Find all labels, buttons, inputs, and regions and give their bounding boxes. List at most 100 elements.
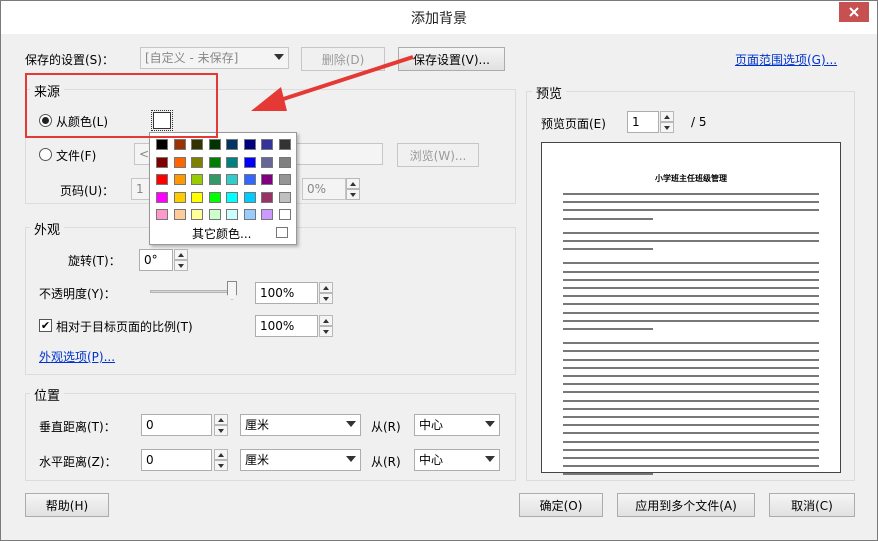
vertical-distance-stepper[interactable] bbox=[214, 414, 228, 436]
add-background-dialog: 添加背景 保存的设置(S)： [自定义 - 未保存] 删除(D) 保存设置(V)… bbox=[0, 0, 878, 541]
color-swatch[interactable] bbox=[243, 174, 256, 185]
browse-button[interactable]: 浏览(W)... bbox=[397, 143, 479, 167]
color-swatch[interactable] bbox=[156, 139, 168, 150]
chevron-down-icon bbox=[485, 421, 495, 427]
horizontal-distance-stepper[interactable] bbox=[214, 449, 228, 471]
preview-text-line bbox=[563, 201, 819, 204]
color-swatch[interactable] bbox=[173, 209, 186, 220]
color-swatch[interactable] bbox=[226, 209, 238, 220]
color-swatch[interactable] bbox=[156, 174, 168, 185]
horizontal-unit-select[interactable]: 厘米 bbox=[240, 449, 361, 471]
color-swatch[interactable] bbox=[208, 191, 221, 203]
more-colors-swatch[interactable] bbox=[276, 227, 288, 238]
color-swatch[interactable] bbox=[173, 191, 186, 203]
color-swatch[interactable] bbox=[191, 156, 203, 168]
vertical-from-value: 中心 bbox=[419, 418, 444, 432]
color-swatch[interactable] bbox=[226, 191, 238, 203]
preview-text-line bbox=[563, 407, 819, 410]
horizontal-from-value: 中心 bbox=[419, 453, 444, 467]
preview-text-line bbox=[563, 465, 819, 468]
preview-text-line bbox=[563, 311, 819, 314]
color-swatch[interactable] bbox=[261, 209, 273, 220]
color-swatch[interactable] bbox=[243, 156, 256, 168]
color-swatch[interactable] bbox=[261, 156, 273, 168]
color-swatch[interactable] bbox=[226, 174, 238, 185]
vertical-unit-value: 厘米 bbox=[245, 418, 270, 432]
dialog-title: 添加背景 bbox=[411, 11, 467, 27]
color-swatch[interactable] bbox=[173, 156, 186, 168]
opacity-slider-track[interactable] bbox=[150, 290, 234, 293]
relative-scale-field[interactable]: 100% bbox=[255, 315, 318, 337]
color-swatch[interactable] bbox=[191, 139, 203, 150]
preview-page-label: 预览页面(E) bbox=[541, 117, 606, 131]
cancel-button[interactable]: 取消(C) bbox=[769, 493, 855, 517]
scale-field[interactable]: 0% bbox=[302, 178, 346, 200]
rotation-field[interactable]: 0° bbox=[139, 249, 173, 271]
preview-text-line bbox=[563, 193, 819, 195]
opacity-field[interactable]: 100% bbox=[255, 282, 318, 304]
horizontal-distance-label: 水平距离(Z)： bbox=[39, 455, 117, 469]
close-button[interactable] bbox=[839, 2, 869, 22]
rotation-stepper[interactable] bbox=[174, 249, 188, 271]
appearance-options-link[interactable]: 外观选项(P)... bbox=[39, 348, 115, 365]
preview-text-line bbox=[563, 416, 819, 418]
preview-text-line bbox=[563, 391, 819, 394]
color-swatch[interactable] bbox=[173, 174, 186, 185]
scale-stepper[interactable] bbox=[346, 178, 360, 200]
preview-page-field[interactable]: 1 bbox=[627, 111, 659, 133]
opacity-stepper[interactable] bbox=[319, 282, 333, 304]
ok-button[interactable]: 确定(O) bbox=[519, 493, 603, 517]
more-colors-option[interactable]: 其它颜色... bbox=[192, 225, 251, 242]
from-file-label: 文件(F) bbox=[56, 149, 97, 163]
from-file-radio[interactable] bbox=[39, 148, 52, 161]
preview-page: 小学班主任班级管理 bbox=[541, 142, 841, 476]
color-swatch[interactable] bbox=[208, 156, 221, 168]
color-swatch[interactable] bbox=[278, 139, 291, 150]
preview-text-line bbox=[563, 350, 819, 353]
color-swatch[interactable] bbox=[156, 209, 168, 220]
color-swatch[interactable] bbox=[243, 209, 256, 220]
color-swatch[interactable] bbox=[191, 209, 203, 220]
preview-text-line bbox=[563, 457, 819, 459]
color-swatch[interactable] bbox=[208, 209, 221, 220]
relative-scale-label: 相对于目标页面的比例(T) bbox=[56, 320, 193, 334]
preview-text-line bbox=[563, 278, 819, 281]
relative-scale-stepper[interactable] bbox=[319, 315, 333, 337]
color-swatch[interactable] bbox=[278, 191, 291, 203]
color-swatch[interactable] bbox=[156, 191, 168, 203]
color-swatch[interactable] bbox=[173, 139, 186, 150]
color-swatch[interactable] bbox=[261, 191, 273, 203]
help-button[interactable]: 帮助(H) bbox=[25, 493, 109, 517]
vertical-distance-field[interactable]: 0 bbox=[141, 414, 212, 436]
color-swatch[interactable] bbox=[191, 174, 203, 185]
preview-page-total: / 5 bbox=[691, 115, 707, 129]
relative-scale-checkbox[interactable]: ✔ bbox=[39, 319, 52, 332]
color-swatch[interactable] bbox=[208, 174, 221, 185]
preview-text-line bbox=[563, 248, 653, 251]
chevron-down-icon bbox=[346, 421, 356, 427]
horizontal-distance-field[interactable]: 0 bbox=[141, 449, 212, 471]
preview-text-line bbox=[563, 217, 653, 220]
color-swatch[interactable] bbox=[261, 174, 273, 185]
color-swatch[interactable] bbox=[156, 156, 168, 168]
preview-text-line bbox=[563, 270, 819, 273]
vertical-unit-select[interactable]: 厘米 bbox=[240, 414, 361, 436]
horizontal-from-select[interactable]: 中心 bbox=[414, 449, 500, 471]
color-swatch[interactable] bbox=[243, 139, 256, 150]
preview-page-stepper[interactable] bbox=[660, 111, 674, 133]
preview-text-line bbox=[563, 209, 819, 212]
vertical-from-select[interactable]: 中心 bbox=[414, 414, 500, 436]
color-swatch[interactable] bbox=[243, 191, 256, 203]
page-range-options-link[interactable]: 页面范围选项(G)... bbox=[735, 51, 837, 68]
annotation-arrow-icon bbox=[251, 55, 414, 111]
color-swatch[interactable] bbox=[278, 174, 291, 185]
color-swatch[interactable] bbox=[226, 139, 238, 150]
color-swatch[interactable] bbox=[191, 191, 203, 203]
color-swatch[interactable] bbox=[208, 139, 221, 150]
apply-multiple-files-button[interactable]: 应用到多个文件(A) bbox=[617, 493, 755, 517]
color-swatch[interactable] bbox=[226, 156, 238, 168]
color-swatch[interactable] bbox=[278, 156, 291, 168]
color-swatch[interactable] bbox=[261, 139, 273, 150]
color-swatch[interactable] bbox=[278, 209, 291, 220]
page-number-field[interactable]: 1 bbox=[131, 178, 151, 200]
